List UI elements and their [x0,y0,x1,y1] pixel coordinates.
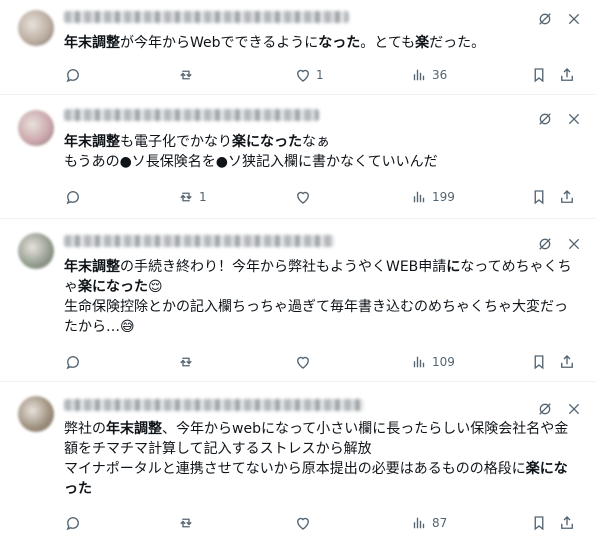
bookmark-button[interactable] [530,352,548,372]
reply-button[interactable] [64,187,86,207]
post-text: 年末調整が今年からWebでできるようになった。とても楽だった。 [64,35,486,51]
like-button[interactable]: 1 [294,65,324,85]
author-header[interactable] [64,235,334,247]
post-text: 弊社の年末調整、今年からwebになって小さい欄に長ったらしい保険会社名や金額をチ… [64,421,569,497]
share-button[interactable] [558,187,576,207]
retweet-icon [180,518,192,528]
share-button[interactable] [558,352,576,372]
avatar[interactable] [18,396,54,432]
bookmark-button[interactable] [530,65,548,85]
views-button[interactable]: 87 [410,513,447,533]
share-icon [561,68,573,81]
retweet-button[interactable] [177,352,199,372]
more-icon[interactable] [566,111,582,127]
like-count: 1 [316,68,324,82]
views-icon [413,191,425,203]
heart-icon [297,191,309,204]
post-2[interactable]: 年末調整も電子化でかなり楽になったなぁ もうあの●ソ長保険名を●ソ狭記入欄に書か… [0,96,596,219]
share-icon [561,355,573,368]
more-icon[interactable] [566,11,582,27]
reply-icon [66,517,79,531]
reply-button[interactable] [64,65,86,85]
retweet-icon [180,192,192,202]
grok-icon[interactable] [537,111,553,127]
like-button[interactable] [294,352,316,372]
reply-button[interactable] [64,352,86,372]
bookmark-icon [534,516,544,531]
grok-icon[interactable] [537,11,553,27]
heart-icon [297,517,309,530]
views-button[interactable]: 109 [410,352,455,372]
post-text: 年末調整の手続き終わり！今年から弊社もようやくWEB申請になってめちゃくちゃ楽に… [64,259,572,335]
post-3[interactable]: 年末調整の手続き終わり！今年から弊社もようやくWEB申請になってめちゃくちゃ楽に… [0,219,596,382]
views-button[interactable]: 199 [410,187,455,207]
avatar[interactable] [18,233,54,269]
bookmark-icon [534,190,544,205]
avatar[interactable] [18,110,54,146]
share-icon [561,190,573,203]
retweet-button[interactable] [177,513,199,533]
share-icon [561,516,573,529]
reply-button[interactable] [64,513,86,533]
grok-icon[interactable] [537,236,553,252]
views-button[interactable]: 36 [410,65,447,85]
views-icon [413,517,425,529]
bookmark-icon [534,68,544,83]
more-icon[interactable] [566,401,582,417]
reply-icon [66,356,79,370]
author-header[interactable] [64,109,319,121]
views-icon [413,356,425,368]
like-button[interactable] [294,187,316,207]
views-count: 109 [432,355,455,369]
post-actions: 1 36 [56,65,586,85]
bookmark-button[interactable] [530,513,548,533]
views-icon [413,69,425,81]
retweet-button[interactable]: 1 [177,187,207,207]
like-button[interactable] [294,513,316,533]
views-count: 87 [432,516,448,530]
post-1[interactable]: 年末調整が今年からWebでできるようになった。とても楽だった。 1 36 [0,0,596,95]
bookmark-icon [534,355,544,370]
views-count: 199 [432,190,455,204]
heart-icon [297,69,309,82]
reply-icon [66,69,79,83]
reply-icon [66,191,79,205]
heart-icon [297,356,309,369]
retweet-icon [180,357,192,367]
post-actions: 87 [56,513,586,533]
retweet-button[interactable] [177,65,199,85]
bookmark-button[interactable] [530,187,548,207]
retweet-count: 1 [199,190,207,204]
share-button[interactable] [558,65,576,85]
more-icon[interactable] [566,236,582,252]
share-button[interactable] [558,513,576,533]
retweet-icon [180,70,192,80]
author-header[interactable] [64,399,364,411]
post-text: 年末調整も電子化でかなり楽になったなぁ もうあの●ソ長保険名を●ソ狭記入欄に書か… [64,134,438,170]
post-actions: 1 199 [56,187,586,207]
post-actions: 109 [56,352,586,372]
author-header[interactable] [64,11,349,23]
avatar[interactable] [18,10,54,46]
views-count: 36 [432,68,448,82]
grok-icon[interactable] [537,401,553,417]
post-4[interactable]: 弊社の年末調整、今年からwebになって小さい欄に長ったらしい保険会社名や金額をチ… [0,382,596,547]
